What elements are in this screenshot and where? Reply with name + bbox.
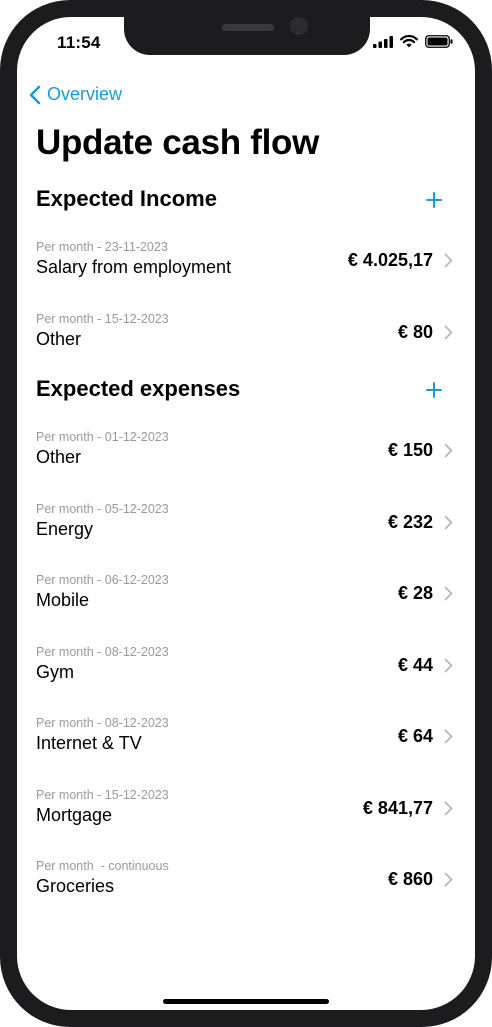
row-meta: Per month - 01-12-2023	[36, 430, 169, 444]
row-amount: € 64	[397, 726, 433, 746]
back-label: Overview	[47, 84, 123, 104]
row-name: Salary from employment	[36, 257, 232, 277]
row-meta: Per month - 23-11-2023	[36, 240, 168, 254]
chevron-right-icon	[444, 801, 453, 816]
status-time: 11:54	[57, 33, 101, 52]
row-meta: Per month - 06-12-2023	[36, 573, 169, 587]
row-meta: Per month - 08-12-2023	[36, 645, 169, 659]
chevron-right-icon	[444, 872, 453, 887]
chevron-right-icon	[444, 658, 453, 673]
expense-row-mobile[interactable]: Per month - 06-12-2023 Mobile € 28	[17, 573, 475, 629]
phone-frame: 11:54 Overview Update cash flow Expected…	[0, 0, 492, 1027]
expenses-section-title: Expected expenses	[36, 376, 241, 401]
row-name: Energy	[36, 519, 94, 539]
row-name: Mobile	[36, 590, 90, 610]
row-meta: Per month - 15-12-2023	[36, 788, 169, 802]
notch	[124, 17, 370, 55]
expense-row-internet-tv[interactable]: Per month - 08-12-2023 Internet & TV € 6…	[17, 716, 475, 772]
expense-row-energy[interactable]: Per month - 05-12-2023 Energy € 232	[17, 502, 475, 558]
back-button[interactable]: Overview	[29, 84, 122, 105]
row-name: Groceries	[36, 876, 115, 896]
screen: 11:54 Overview Update cash flow Expected…	[17, 17, 475, 1010]
row-amount: € 28	[397, 583, 433, 603]
row-name: Gym	[36, 662, 74, 682]
chevron-right-icon	[444, 325, 453, 340]
chevron-right-icon	[444, 443, 453, 458]
row-amount: € 4.025,17	[347, 250, 433, 270]
row-meta: Per month - 05-12-2023	[36, 502, 169, 516]
chevron-left-icon	[29, 85, 41, 104]
page-title: Update cash flow	[36, 123, 320, 162]
expense-row-gym[interactable]: Per month - 08-12-2023 Gym € 44	[17, 645, 475, 701]
income-row-salary[interactable]: Per month - 23-11-2023 Salary from emplo…	[17, 240, 475, 296]
row-name: Other	[36, 447, 82, 467]
signal-icon	[373, 35, 393, 48]
row-amount: € 80	[397, 322, 433, 342]
row-amount: € 44	[397, 655, 433, 675]
front-camera	[290, 17, 308, 35]
row-name: Other	[36, 329, 82, 349]
row-meta: Per month - continuous	[36, 859, 169, 873]
add-expense-plus-icon[interactable]	[425, 381, 443, 399]
expense-row-groceries[interactable]: Per month - continuous Groceries € 860	[17, 859, 475, 915]
row-amount: € 841,77	[362, 798, 433, 818]
row-amount: € 232	[387, 512, 433, 532]
add-income-plus-icon[interactable]	[425, 191, 443, 209]
status-icons	[373, 35, 453, 48]
row-name: Internet & TV	[36, 733, 142, 753]
wifi-icon	[400, 35, 418, 48]
battery-icon	[425, 35, 453, 48]
income-row-other[interactable]: Per month - 15-12-2023 Other € 80	[17, 312, 475, 368]
speaker	[222, 24, 274, 31]
row-name: Mortgage	[36, 805, 113, 825]
chevron-right-icon	[444, 253, 453, 268]
row-meta: Per month - 08-12-2023	[36, 716, 169, 730]
chevron-right-icon	[444, 515, 453, 530]
chevron-right-icon	[444, 586, 453, 601]
row-amount: € 150	[387, 440, 433, 460]
chevron-right-icon	[444, 729, 453, 744]
row-amount: € 860	[387, 869, 433, 889]
expense-row-other[interactable]: Per month - 01-12-2023 Other € 150	[17, 430, 475, 486]
row-meta: Per month - 15-12-2023	[36, 312, 169, 326]
income-section-title: Expected Income	[36, 186, 217, 211]
home-indicator[interactable]	[163, 999, 329, 1004]
expense-row-mortgage[interactable]: Per month - 15-12-2023 Mortgage € 841,77	[17, 788, 475, 844]
